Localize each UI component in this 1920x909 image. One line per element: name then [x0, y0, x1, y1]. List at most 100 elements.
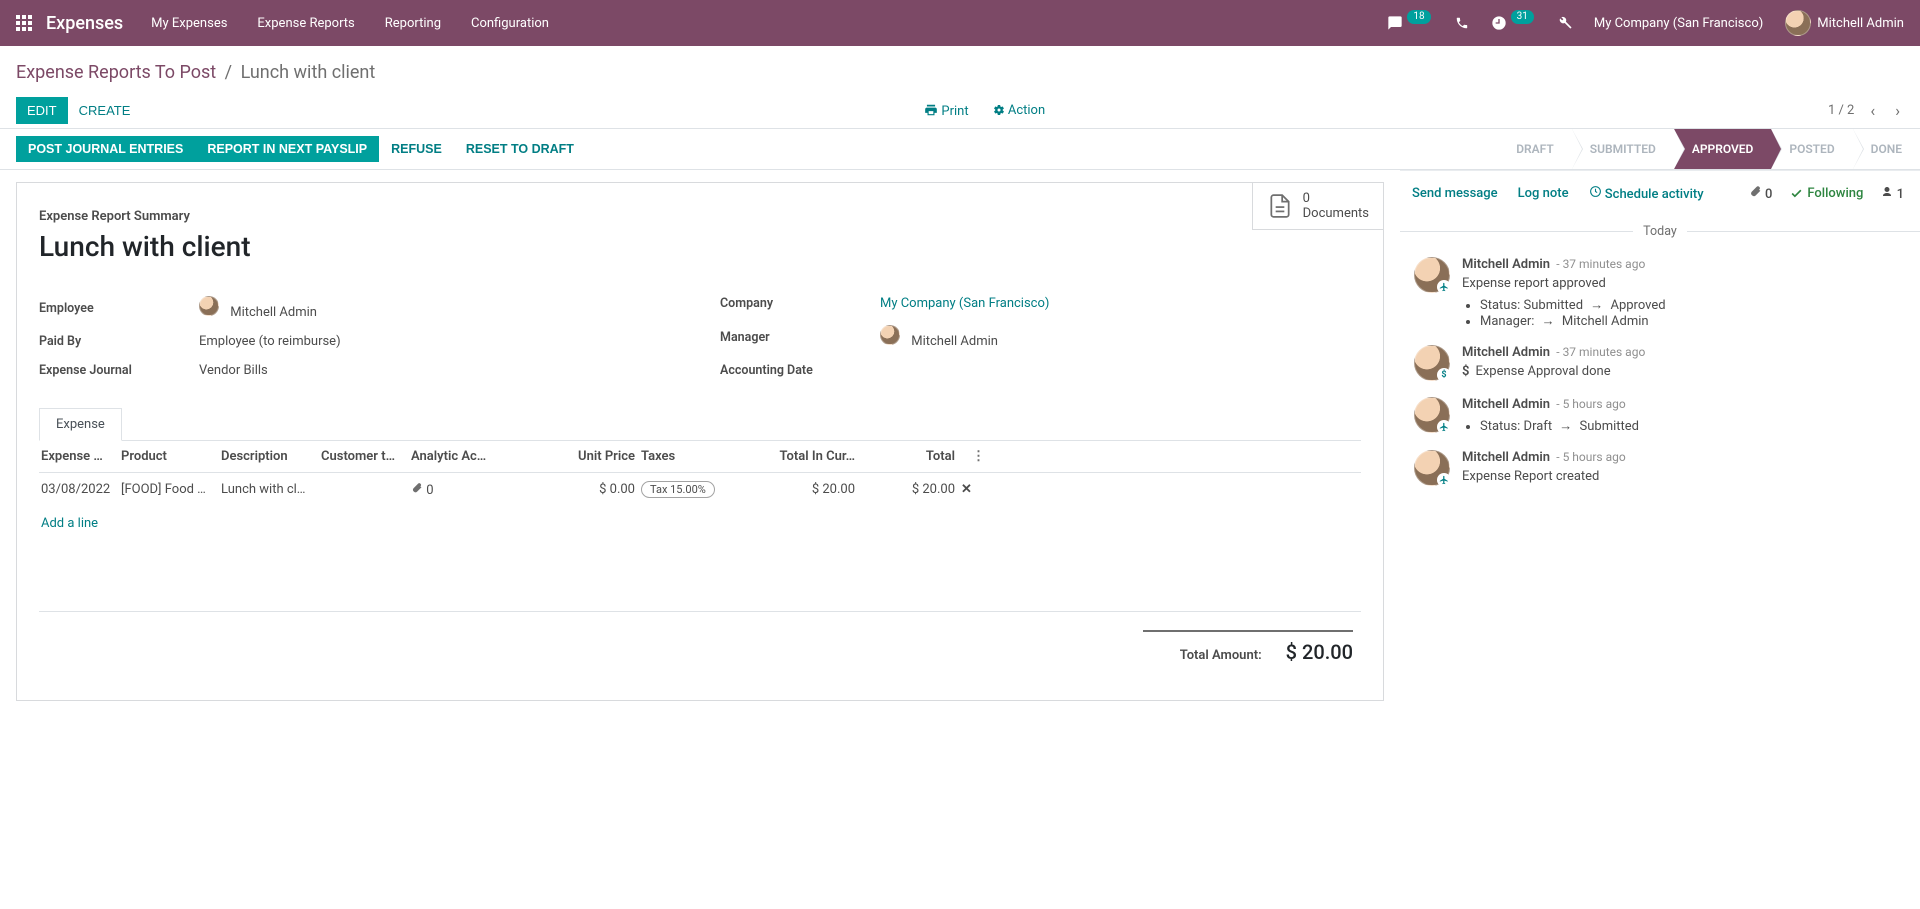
- add-a-line[interactable]: Add a line: [39, 506, 1361, 541]
- print-button[interactable]: Print: [924, 103, 968, 119]
- create-button[interactable]: CREATE: [68, 97, 142, 124]
- nav-reporting[interactable]: Reporting: [385, 16, 441, 31]
- attachments-button[interactable]: 0: [1749, 185, 1773, 202]
- message: $ Mitchell Admin - 37 minutes ago $Expens…: [1400, 337, 1920, 389]
- message-sub-icon: [1437, 280, 1451, 294]
- company-value[interactable]: My Company (San Francisco): [880, 296, 1049, 311]
- step-submitted[interactable]: SUBMITTED: [1572, 129, 1674, 169]
- message-body: $Expense Approval done: [1462, 364, 1906, 379]
- sheet-title: Lunch with client: [39, 230, 1361, 263]
- action-button[interactable]: Action: [993, 103, 1046, 119]
- top-navbar: Expenses My Expenses Expense Reports Rep…: [0, 0, 1920, 46]
- followers-count[interactable]: 1: [1881, 186, 1904, 202]
- breadcrumb-parent[interactable]: Expense Reports To Post: [16, 62, 216, 83]
- systray-company[interactable]: My Company (San Francisco): [1594, 16, 1763, 31]
- message-changes: Status: Draft → Submitted: [1480, 418, 1906, 434]
- cell-desc: Lunch with cl…: [221, 482, 321, 497]
- log-note[interactable]: Log note: [1518, 186, 1569, 201]
- journal-value: Vendor Bills: [199, 363, 268, 378]
- nav-my-expenses[interactable]: My Expenses: [151, 16, 227, 31]
- message-author[interactable]: Mitchell Admin: [1462, 345, 1550, 360]
- table-row[interactable]: 03/08/2022 [FOOD] Food … Lunch with cl… …: [39, 473, 1361, 506]
- message-sub-icon: [1437, 420, 1451, 434]
- systray-messages[interactable]: 18: [1387, 15, 1432, 31]
- message-sub-icon: [1437, 473, 1451, 487]
- manager-label: Manager: [720, 330, 880, 345]
- control-panel: Expense Reports To Post / Lunch with cli…: [0, 46, 1920, 128]
- pager-prev[interactable]: ‹: [1866, 101, 1879, 120]
- send-message[interactable]: Send message: [1412, 186, 1498, 201]
- documents-count: 0: [1303, 191, 1369, 206]
- edit-button[interactable]: EDIT: [16, 97, 68, 124]
- pager-text: 1 / 2: [1828, 103, 1854, 118]
- message: Mitchell Admin - 37 minutes ago Expense r…: [1400, 249, 1920, 337]
- message-time: - 37 minutes ago: [1553, 257, 1645, 271]
- message-body: Expense Report created: [1462, 469, 1906, 484]
- check-icon: [1790, 187, 1803, 200]
- message-body: Expense report approved: [1462, 276, 1906, 291]
- tab-expense[interactable]: Expense: [39, 408, 122, 441]
- messages-badge: 18: [1407, 10, 1430, 24]
- message: Mitchell Admin - 5 hours ago Expense Repo…: [1400, 442, 1920, 494]
- message-author[interactable]: Mitchell Admin: [1462, 397, 1550, 412]
- form-sheet: 0 Documents Expense Report Summary Lunch…: [16, 182, 1384, 701]
- employee-avatar: [199, 296, 219, 316]
- refuse-button[interactable]: REFUSE: [379, 136, 454, 162]
- today-divider: Today: [1643, 224, 1677, 239]
- nav-expense-reports[interactable]: Expense Reports: [257, 16, 354, 31]
- statusbar: POST JOURNAL ENTRIES REPORT IN NEXT PAYS…: [0, 128, 1920, 170]
- message-author[interactable]: Mitchell Admin: [1462, 257, 1550, 272]
- employee-value: Mitchell Admin: [199, 296, 317, 320]
- breadcrumb-sep: /: [221, 62, 236, 83]
- step-approved[interactable]: APPROVED: [1674, 129, 1772, 169]
- table-header: Expense … Product Description Customer t…: [39, 441, 1361, 473]
- apps-icon[interactable]: [16, 15, 32, 31]
- reset-draft-button[interactable]: RESET TO DRAFT: [454, 136, 586, 162]
- row-delete[interactable]: ✕: [961, 482, 991, 497]
- schedule-activity[interactable]: Schedule activity: [1589, 185, 1704, 202]
- manager-avatar: [880, 325, 900, 345]
- attachment-icon: [1749, 185, 1762, 198]
- employee-label: Employee: [39, 301, 199, 316]
- cell-product: [FOOD] Food …: [121, 482, 221, 497]
- manager-value: Mitchell Admin: [880, 325, 998, 349]
- status-steps: DRAFT SUBMITTED APPROVED POSTED DONE: [1498, 129, 1920, 169]
- user-avatar: [1785, 10, 1811, 36]
- report-payslip-button[interactable]: REPORT IN NEXT PAYSLIP: [195, 136, 379, 162]
- company-label: Company: [720, 296, 880, 311]
- message-changes: Status: Submitted → ApprovedManager: → M…: [1480, 297, 1906, 329]
- message-time: - 5 hours ago: [1553, 450, 1625, 464]
- message-avatar: [1414, 257, 1450, 293]
- paidby-label: Paid By: [39, 334, 199, 349]
- systray-activities[interactable]: 31: [1491, 15, 1536, 31]
- systray-phone[interactable]: [1455, 16, 1469, 30]
- message-time: - 5 hours ago: [1553, 397, 1625, 411]
- step-draft[interactable]: DRAFT: [1498, 129, 1572, 169]
- pager-next[interactable]: ›: [1891, 101, 1904, 120]
- systray-debug[interactable]: [1558, 16, 1572, 30]
- documents-stat-button[interactable]: 0 Documents: [1252, 183, 1383, 230]
- cell-tax: Tax 15.00%: [641, 481, 741, 498]
- nav-configuration[interactable]: Configuration: [471, 16, 549, 31]
- total-label: Total Amount:: [1180, 648, 1262, 663]
- breadcrumb-current: Lunch with client: [241, 62, 376, 83]
- accdate-label: Accounting Date: [720, 363, 880, 378]
- message-author[interactable]: Mitchell Admin: [1462, 450, 1550, 465]
- activities-badge: 31: [1511, 10, 1534, 24]
- message-avatar: [1414, 450, 1450, 486]
- journal-label: Expense Journal: [39, 363, 199, 378]
- step-posted[interactable]: POSTED: [1771, 129, 1852, 169]
- sheet-section-label: Expense Report Summary: [39, 209, 1361, 224]
- cell-date: 03/08/2022: [41, 482, 121, 497]
- post-journal-button[interactable]: POST JOURNAL ENTRIES: [16, 136, 195, 162]
- systray-user[interactable]: Mitchell Admin: [1785, 10, 1904, 36]
- following-button[interactable]: Following: [1790, 186, 1863, 201]
- message-time: - 37 minutes ago: [1553, 345, 1645, 359]
- message-sub-icon: $: [1437, 368, 1451, 382]
- breadcrumb: Expense Reports To Post / Lunch with cli…: [16, 54, 1904, 97]
- message-avatar: $: [1414, 345, 1450, 381]
- attachment-icon: [411, 482, 423, 494]
- app-brand[interactable]: Expenses: [46, 13, 123, 34]
- documents-label: Documents: [1303, 206, 1369, 221]
- table-optional-cols[interactable]: ⋮: [961, 449, 991, 464]
